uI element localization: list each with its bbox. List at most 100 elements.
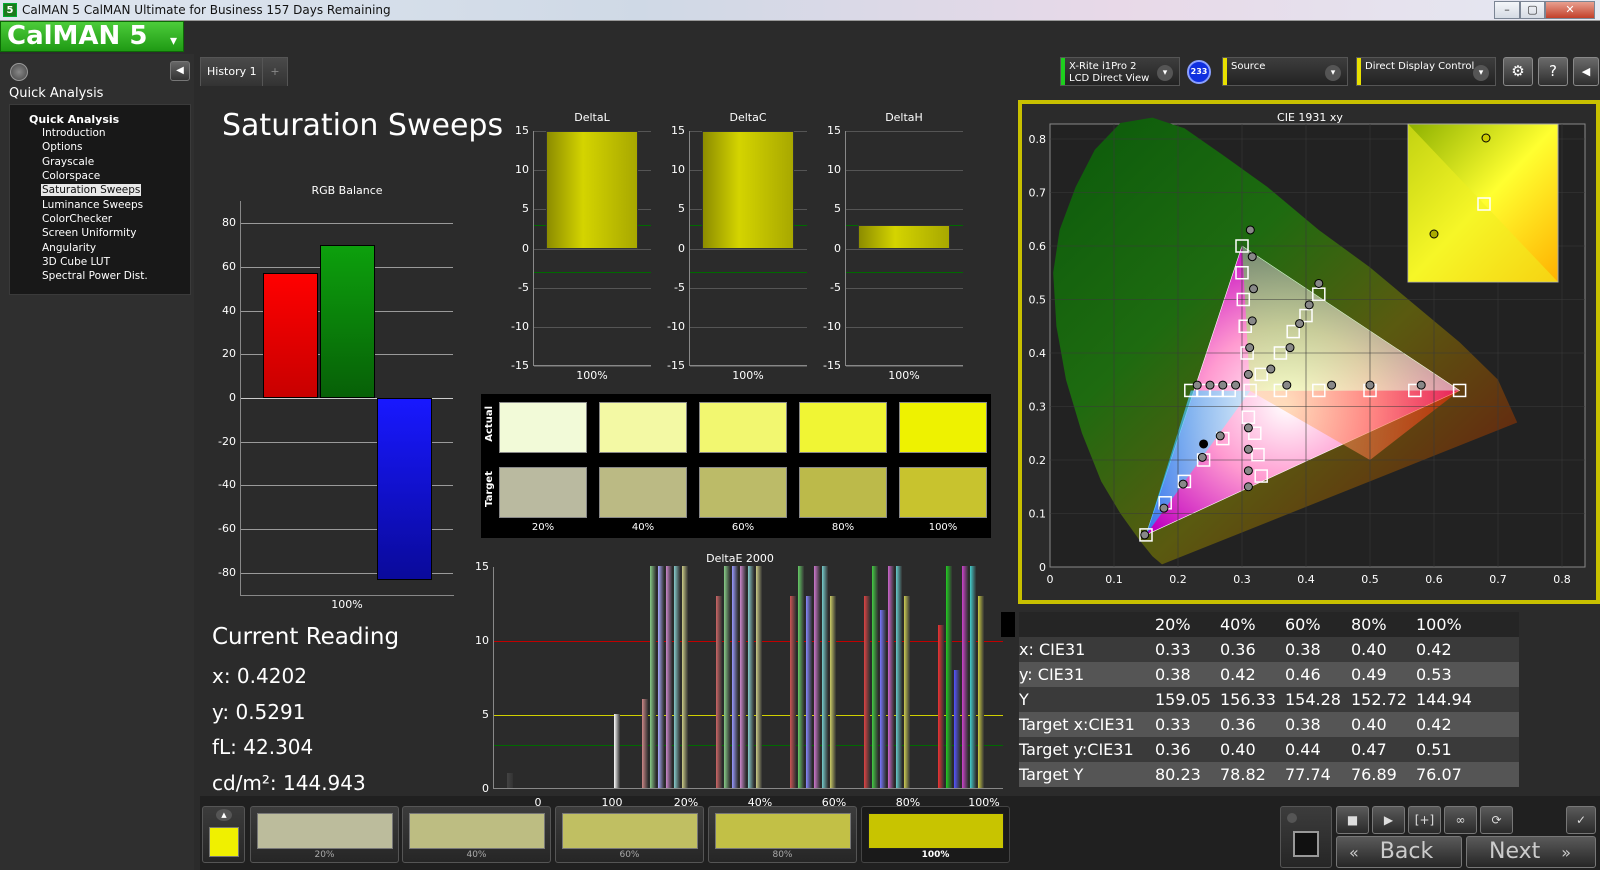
measured-point <box>1247 316 1257 326</box>
measured-point <box>1245 343 1255 353</box>
table-header-cell: 60% <box>1285 615 1321 634</box>
table-cell: 0.44 <box>1285 740 1321 759</box>
table-cell: 76.07 <box>1416 765 1462 784</box>
bottom-patch-80pct[interactable]: 80% <box>708 806 857 863</box>
delta-chart-title: DeltaH <box>885 111 923 124</box>
check-button[interactable]: ✓ <box>1566 806 1596 834</box>
add-tab-button[interactable]: + <box>262 57 288 86</box>
tree-root[interactable]: Quick Analysis <box>29 113 119 126</box>
table-cell: 144.94 <box>1416 690 1472 709</box>
workflow-icon[interactable] <box>10 63 28 81</box>
delta-ytick-label: 10 <box>515 163 529 177</box>
calman-logo-menu[interactable]: CalMAN 5 ▾ <box>0 21 184 52</box>
table-cell: 0.53 <box>1416 665 1452 684</box>
current-patch[interactable]: ▲ <box>202 806 245 863</box>
bottom-patch-40pct[interactable]: 40% <box>402 806 551 863</box>
display-selector[interactable]: Direct Display Control ▾ <box>1356 57 1496 86</box>
current-patch-color <box>209 827 239 857</box>
measured-point <box>1247 252 1257 262</box>
measured-point <box>1285 343 1295 353</box>
loop-button[interactable]: ∞ <box>1444 806 1477 834</box>
cie-ytick-label: 0.1 <box>1029 508 1047 521</box>
delta-bar <box>546 131 638 249</box>
table-cell: 0.38 <box>1155 665 1191 684</box>
meter-selector[interactable]: X-Rite i1Pro 2 LCD Direct View ▾ <box>1060 57 1180 86</box>
rgb-ytick-label: -20 <box>218 435 236 448</box>
tab-history-1[interactable]: History 1 <box>200 57 270 86</box>
tree-item-options[interactable]: Options <box>41 141 84 153</box>
tree-item-screen-uniformity[interactable]: Screen Uniformity <box>41 227 137 239</box>
target-swatch <box>799 467 887 518</box>
gridline <box>846 287 963 289</box>
bottom-patch-100pct[interactable]: 100% <box>861 806 1010 863</box>
tree-item-saturation-sweeps[interactable]: Saturation Sweeps <box>41 184 142 196</box>
delta-ytick-label: -10 <box>667 319 685 333</box>
measure-range-button[interactable]: [+] <box>1408 806 1441 834</box>
minimize-button[interactable]: – <box>1494 1 1520 19</box>
settings-gear-icon[interactable]: ⚙ <box>1503 57 1533 86</box>
help-icon[interactable]: ? <box>1538 57 1568 86</box>
next-button[interactable]: Next » <box>1466 836 1596 868</box>
gridline <box>846 170 963 172</box>
tree-item-colorspace[interactable]: Colorspace <box>41 170 101 182</box>
close-button[interactable]: ✕ <box>1545 1 1595 19</box>
delta-ytick-label: 15 <box>827 124 841 137</box>
tree-item-luminance-sweeps[interactable]: Luminance Sweeps <box>41 199 144 211</box>
delta-ytick-label: 5 <box>522 202 529 216</box>
gridline <box>846 366 963 367</box>
delta-ytick-label: 10 <box>671 163 685 177</box>
cie-ytick-label: 0.6 <box>1029 240 1047 253</box>
gridline <box>690 326 807 328</box>
deltae-bar <box>650 566 656 788</box>
cie-ytick-label: 0.5 <box>1029 294 1047 307</box>
stop-button[interactable]: ■ <box>1336 806 1369 834</box>
tree-item-grayscale[interactable]: Grayscale <box>41 156 95 168</box>
swatch-label: 40% <box>631 522 655 533</box>
refresh-button[interactable]: ⟳ <box>1480 806 1513 834</box>
measured-point <box>1243 466 1253 476</box>
deltae-bar <box>954 669 960 788</box>
measured-point <box>1295 319 1305 329</box>
page-title: Saturation Sweeps <box>222 108 504 143</box>
deltae-bar <box>682 566 688 788</box>
rgb-balance-xlabel: 100% <box>331 598 363 611</box>
table-cell: 80.23 <box>1155 765 1201 784</box>
tree-item-spectral-power[interactable]: Spectral Power Dist. <box>41 270 149 282</box>
window-titlebar: 5 CalMAN 5 CalMAN Ultimate for Business … <box>0 0 1600 21</box>
swatch-label: 60% <box>731 522 755 533</box>
deltae-bar <box>814 566 820 788</box>
play-button[interactable]: ▶ <box>1372 806 1405 834</box>
gridline <box>534 287 651 289</box>
tree-item-angularity[interactable]: Angularity <box>41 242 97 254</box>
blue-bar <box>377 398 432 580</box>
rgb-ytick-label: -60 <box>218 522 236 535</box>
cie-xtick-label: 0 <box>1047 573 1054 586</box>
tree-item-introduction[interactable]: Introduction <box>41 127 107 139</box>
tree-item-3d-cube-lut[interactable]: 3D Cube LUT <box>41 256 111 268</box>
collapse-sidebar-button[interactable]: ◀ <box>170 61 190 81</box>
reading-fl: fL: 42.304 <box>212 735 314 759</box>
display-status-stripe <box>1357 58 1361 85</box>
measured-point <box>1205 380 1215 390</box>
collapse-right-button[interactable]: ◀ <box>1573 57 1599 86</box>
measured-point <box>1243 423 1253 433</box>
swatch-label: 80% <box>831 522 855 533</box>
green-bar <box>320 244 375 398</box>
bottom-patch-20pct[interactable]: 20% <box>250 806 399 863</box>
maximize-button[interactable]: ▢ <box>1520 1 1545 19</box>
back-button[interactable]: « Back <box>1336 836 1462 868</box>
target-swatch <box>499 467 587 518</box>
table-row: Target y:CIE31 0.36 0.40 0.44 0.47 0.51 <box>1019 737 1519 762</box>
source-selector[interactable]: Source ▾ <box>1222 57 1348 86</box>
chevron-down-icon: ▾ <box>169 33 177 49</box>
measured-point <box>1243 369 1253 379</box>
measured-point <box>1243 482 1253 492</box>
meter-badge[interactable]: 233 <box>1187 60 1211 84</box>
chevron-down-icon: ▾ <box>1473 65 1489 81</box>
rgb-balance-plot <box>240 201 454 596</box>
tree-item-colorchecker[interactable]: ColorChecker <box>41 213 113 225</box>
bottom-patch-60pct[interactable]: 60% <box>555 806 704 863</box>
stop-measure-button[interactable] <box>1280 806 1332 868</box>
gridline <box>846 209 963 211</box>
actual-swatch <box>599 402 687 453</box>
